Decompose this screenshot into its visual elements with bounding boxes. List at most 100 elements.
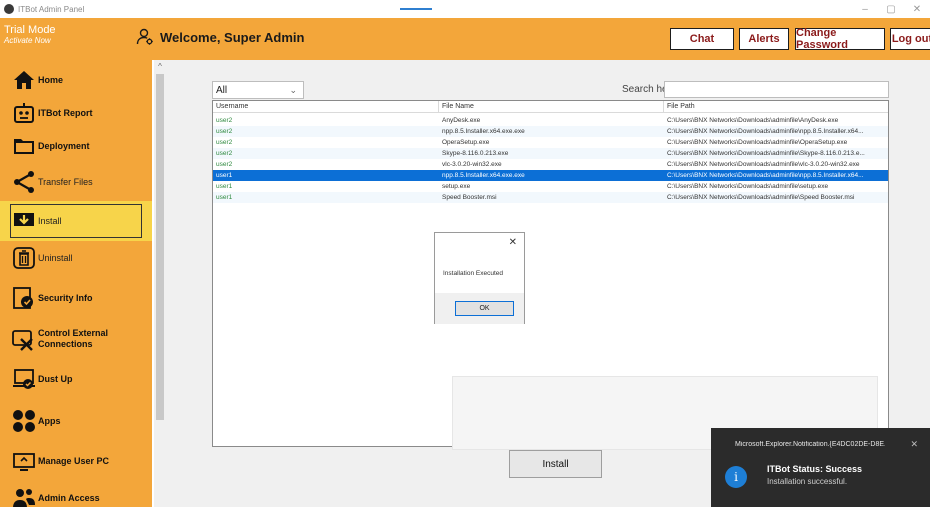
toast-source: Microsoft.Explorer.Notification.{E4DC02D… — [735, 441, 885, 448]
table-row[interactable]: user2 vlc-3.0.20-win32.exe C:\Users\BNX … — [213, 159, 888, 170]
cell-file-name: Speed Booster.msi — [442, 194, 497, 201]
app-icon — [4, 4, 14, 14]
cell-file-name: OperaSetup.exe — [442, 139, 490, 146]
sidebar-item-control-external[interactable]: Control External Connections — [0, 319, 152, 359]
cell-file-path: C:\Users\BNX Networks\Downloads\adminfil… — [667, 150, 865, 157]
cell-file-name: AnyDesk.exe — [442, 117, 481, 124]
cell-file-path: C:\Users\BNX Networks\Downloads\adminfil… — [667, 117, 839, 124]
home-icon — [14, 71, 34, 89]
sidebar: Home ITBot Report Deployment Transfer Fi… — [0, 60, 152, 507]
cell-file-name: setup.exe — [442, 183, 471, 190]
activate-now-link[interactable]: Activate Now — [4, 36, 114, 46]
installation-dialog: ✕ Installation Executed OK — [434, 232, 525, 324]
info-icon: i — [725, 466, 747, 488]
minimize-button[interactable]: – — [852, 0, 878, 18]
cell-file-path: C:\Users\BNX Networks\Downloads\adminfil… — [667, 128, 864, 135]
sidebar-item-admin-access[interactable]: Admin Access — [0, 478, 152, 507]
cell-file-path: C:\Users\BNX Networks\Downloads\adminfil… — [667, 183, 829, 190]
scroll-up-arrow-icon[interactable]: ^ — [154, 62, 166, 72]
sidebar-item-label: Deployment — [38, 140, 90, 151]
cell-file-name: vlc-3.0.20-win32.exe — [442, 161, 502, 168]
logout-button[interactable]: Log out — [890, 28, 930, 50]
title-bar: ITBot Admin Panel – ▢ ✕ — [0, 0, 930, 18]
cell-username: user2 — [216, 139, 233, 146]
close-window-button[interactable]: ✕ — [904, 0, 930, 18]
cell-username: user2 — [216, 117, 233, 124]
cell-file-name: npp.8.5.Installer.x64.exe.exe — [442, 128, 525, 135]
sidebar-item-label: ITBot Report — [38, 107, 93, 118]
sidebar-item-label: Uninstall — [38, 252, 73, 263]
sidebar-item-label: Home — [38, 74, 64, 85]
install-icon — [14, 213, 34, 230]
sidebar-item-label: Control External Connections — [38, 328, 108, 350]
robot-icon — [14, 103, 34, 123]
sidebar-item-deployment[interactable]: Deployment — [0, 126, 152, 166]
toast-body: Installation successful. — [767, 477, 848, 486]
trial-mode-badge[interactable]: Trial Mode Activate Now — [4, 24, 114, 46]
filter-selected-value: All — [216, 84, 228, 96]
sidebar-item-apps[interactable]: Apps — [0, 401, 152, 441]
cell-username: user1 — [216, 183, 233, 190]
cell-username: user2 — [216, 161, 233, 168]
trial-mode-label: Trial Mode — [4, 24, 56, 36]
cell-username: user1 — [216, 194, 233, 201]
table-row[interactable]: user2 npp.8.5.Installer.x64.exe.exe C:\U… — [213, 126, 888, 137]
cell-file-name: Skype-8.116.0.213.exe — [442, 150, 509, 157]
chat-button[interactable]: Chat — [670, 28, 734, 50]
window-title: ITBot Admin Panel — [18, 4, 85, 14]
table-row[interactable]: user2 Skype-8.116.0.213.exe C:\Users\BNX… — [213, 148, 888, 159]
install-button[interactable]: Install — [509, 450, 602, 478]
dialog-close-button[interactable]: ✕ — [509, 237, 517, 248]
change-password-button[interactable]: Change Password — [795, 27, 885, 51]
column-header-file-name[interactable]: File Name — [439, 101, 664, 113]
monitor-icon — [13, 453, 35, 471]
cell-file-name: npp.8.5.Installer.x64.exe.exe — [442, 172, 525, 179]
sidebar-item-label-line1: Control External — [38, 328, 109, 338]
folder-icon — [14, 139, 34, 154]
sidebar-item-label: Dust Up — [38, 373, 73, 384]
sidebar-item-label: Transfer Files — [38, 176, 93, 187]
sidebar-item-manage-user-pc[interactable]: Manage User PC — [0, 441, 152, 481]
table-row[interactable]: user1 Speed Booster.msi C:\Users\BNX Net… — [213, 192, 888, 203]
sidebar-item-label: Install — [38, 215, 62, 226]
sidebar-item-label-line2: Connections — [38, 339, 93, 349]
sidebar-item-uninstall[interactable]: Uninstall — [0, 238, 152, 278]
table-row-selected[interactable]: user1 npp.8.5.Installer.x64.exe.exe C:\U… — [213, 170, 888, 181]
sidebar-item-transfer-files[interactable]: Transfer Files — [0, 162, 152, 202]
column-header-file-path[interactable]: File Path — [664, 101, 888, 113]
sidebar-scrollbar-thumb[interactable] — [156, 74, 164, 420]
cell-file-path: C:\Users\BNX Networks\Downloads\adminfil… — [667, 139, 848, 146]
toast-title: ITBot Status: Success — [767, 464, 863, 474]
sidebar-item-install[interactable]: Install — [0, 201, 152, 241]
alerts-button[interactable]: Alerts — [739, 28, 789, 50]
search-input[interactable] — [664, 81, 889, 98]
user-filter-dropdown[interactable]: All ⌄ — [212, 81, 304, 99]
cell-username: user2 — [216, 128, 233, 135]
app-header: Trial Mode Activate Now Welcome, Super A… — [0, 18, 930, 60]
trash-icon — [13, 247, 35, 269]
sidebar-item-dust-up[interactable]: Dust Up — [0, 359, 152, 399]
sidebar-item-label: Apps — [38, 415, 61, 426]
dialog-ok-button[interactable]: OK — [455, 301, 514, 316]
maximize-button[interactable]: ▢ — [878, 0, 904, 18]
table-row[interactable]: user2 AnyDesk.exe C:\Users\BNX Networks\… — [213, 115, 888, 126]
cell-username: user1 — [216, 172, 233, 179]
toast-close-button[interactable]: ✕ — [910, 439, 918, 450]
toast-notification[interactable]: Microsoft.Explorer.Notification.{E4DC02D… — [711, 428, 930, 507]
dialog-footer: OK — [435, 293, 524, 324]
apps-icon — [13, 410, 35, 432]
window-controls: – ▢ ✕ — [852, 0, 930, 18]
sidebar-item-label: Admin Access — [38, 492, 100, 503]
usb-icon — [12, 330, 33, 351]
dialog-message: Installation Executed — [443, 270, 503, 277]
column-header-username[interactable]: Username — [213, 101, 439, 113]
table-header: Username File Name File Path — [213, 101, 888, 113]
sidebar-item-label: Manage User PC — [38, 455, 110, 466]
welcome-text: Welcome, Super Admin — [160, 30, 305, 45]
table-row[interactable]: user2 OperaSetup.exe C:\Users\BNX Networ… — [213, 137, 888, 148]
table-row[interactable]: user1 setup.exe C:\Users\BNX Networks\Do… — [213, 181, 888, 192]
cell-file-path: C:\Users\BNX Networks\Downloads\adminfil… — [667, 172, 864, 179]
title-indicator — [400, 8, 432, 10]
sidebar-item-security-info[interactable]: Security Info — [0, 278, 152, 318]
cell-file-path: C:\Users\BNX Networks\Downloads\adminfil… — [667, 161, 860, 168]
